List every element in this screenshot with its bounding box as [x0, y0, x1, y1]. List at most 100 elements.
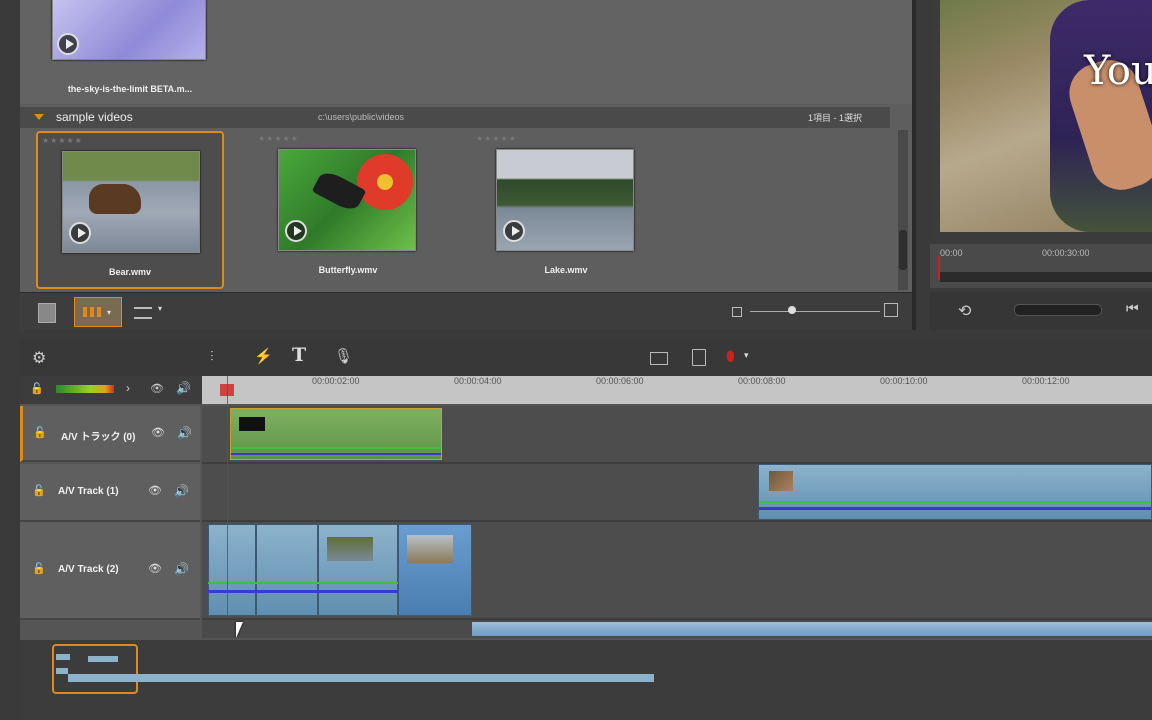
media-item-lake[interactable]: ★★★★★ Lake.wmv — [474, 133, 658, 283]
media-thumbnail[interactable] — [496, 149, 634, 251]
play-icon[interactable] — [285, 220, 307, 242]
title-clip[interactable] — [230, 408, 442, 460]
clip-thumbnail — [769, 471, 793, 491]
list-icon — [134, 307, 152, 319]
visibility-icon[interactable]: 👁 — [148, 484, 162, 497]
video-clip[interactable] — [208, 524, 256, 616]
track-lane-0[interactable] — [202, 406, 1152, 464]
microphone-icon[interactable]: 🎙 — [334, 347, 353, 365]
visibility-icon[interactable]: 👁 — [148, 562, 162, 575]
audio-line — [231, 453, 441, 455]
media-thumbnail[interactable] — [62, 151, 200, 253]
track-name: A/V Track (1) — [58, 486, 119, 497]
speaker-icon[interactable]: 🔊 — [177, 426, 192, 440]
settings-icon[interactable]: ⚙ — [32, 348, 46, 368]
title-tool-icon[interactable]: T — [292, 344, 306, 366]
trash-icon[interactable] — [692, 349, 706, 366]
track-header-0[interactable]: 🔓 A/V トラック (0) 👁 🔊 — [20, 406, 200, 462]
go-to-start-icon[interactable]: ⏮ — [1126, 300, 1139, 317]
ruler-label: 00:00:04:00 — [454, 376, 502, 386]
video-clip[interactable] — [758, 464, 1152, 520]
lock-icon[interactable]: 🔓 — [33, 426, 47, 439]
timeline-ruler[interactable]: 00:00:02:00 00:00:04:00 00:00:06:00 00:0… — [202, 376, 1152, 404]
audio-line — [759, 501, 1151, 503]
clip-thumbnail — [327, 537, 373, 561]
small-thumbnail-icon[interactable] — [732, 307, 742, 317]
ruler-label: 00:00:08:00 — [738, 376, 786, 386]
zoom-slider-track[interactable] — [750, 311, 880, 312]
audio-mixer-icon[interactable]: ⫶ — [210, 348, 214, 365]
stack-icon[interactable] — [38, 303, 56, 323]
audio-line — [208, 582, 398, 584]
media-caption: Lake.wmv — [544, 265, 588, 275]
chevron-right-icon[interactable]: › — [126, 381, 130, 395]
track-lane-2[interactable] — [202, 522, 1152, 620]
video-clip[interactable] — [256, 524, 318, 616]
rating-stars[interactable]: ★★★★★ — [258, 134, 299, 143]
rating-stars[interactable]: ★★★★★ — [476, 134, 517, 143]
clip-thumbnail — [239, 417, 265, 431]
ruler-label: 00:00:02:00 — [312, 376, 360, 386]
time-mid-label: 00:00:30:00 — [1042, 248, 1090, 258]
title-overlay-text: You — [1084, 48, 1152, 94]
track-header-1[interactable]: 🔓 A/V Track (1) 👁 🔊 — [20, 464, 200, 522]
media-caption: Bear.wmv — [108, 267, 152, 277]
storyboard-icon[interactable] — [650, 352, 668, 365]
marker-icon[interactable]: ⬮ — [726, 348, 735, 365]
track-name: A/V Track (2) — [58, 564, 119, 575]
lock-icon[interactable]: 🔓 — [32, 562, 46, 575]
flower-center — [377, 174, 393, 190]
playhead-line[interactable] — [227, 376, 228, 618]
media-caption: Butterfly.wmv — [318, 265, 378, 275]
bear-shape — [89, 184, 141, 214]
library-panel: the-sky-is-the-limit BETA.m... sample vi… — [20, 0, 916, 331]
lock-icon[interactable]: 🔓 — [30, 382, 44, 395]
timeline-navigator[interactable] — [20, 640, 1152, 720]
ruler-label: 00:00:12:00 — [1022, 376, 1070, 386]
scrubber-bar[interactable] — [940, 272, 1152, 282]
player-panel: You 00:00 00:00:30:00 ⟲ ⏮ — [930, 0, 1152, 330]
chevron-down-icon: ▾ — [158, 304, 163, 313]
timeline-horizontal-scrollbar[interactable] — [202, 620, 1152, 638]
large-thumbnail-icon[interactable] — [884, 303, 898, 317]
video-clip[interactable] — [398, 524, 472, 616]
thumbnail-view-button[interactable]: ▾ — [74, 297, 122, 327]
lock-icon[interactable]: 🔓 — [32, 484, 46, 497]
scrollbar-thumb[interactable] — [899, 230, 907, 270]
timeline-panel: ⚙ ⫶ ⚡ T 🎙 ⬮ ▾ 🔓 › 👁 🔊 00:00:02:00 00:00:… — [20, 340, 1152, 720]
scrubber-handle[interactable] — [938, 256, 946, 280]
ruler-label: 00:00:06:00 — [596, 376, 644, 386]
visibility-icon[interactable]: 👁 — [151, 426, 165, 439]
video-clip[interactable] — [318, 524, 398, 616]
loop-icon[interactable]: ⟲ — [958, 301, 971, 321]
navigator-clip — [88, 656, 118, 662]
rating-stars[interactable]: ★★★★★ — [42, 136, 83, 145]
play-icon[interactable] — [69, 222, 91, 244]
track-header-2[interactable]: 🔓 A/V Track (2) 👁 🔊 — [20, 522, 200, 620]
library-scrollbar[interactable] — [898, 130, 908, 290]
chevron-down-icon: ▾ — [107, 308, 112, 317]
play-icon[interactable] — [57, 33, 79, 55]
media-item-butterfly[interactable]: ★★★★★ Butterfly.wmv — [256, 133, 440, 283]
media-thumbnail-sky[interactable] — [52, 0, 206, 60]
speaker-icon[interactable]: 🔊 — [174, 562, 189, 576]
navigator-clip — [56, 668, 68, 674]
list-view-button[interactable]: ▾ — [130, 301, 170, 323]
library-toolbar: ▾ ▾ — [20, 292, 912, 331]
media-item-bear[interactable]: ★★★★★ Bear.wmv — [36, 131, 224, 289]
player-scrubber[interactable]: 00:00 00:00:30:00 — [930, 244, 1152, 288]
shuttle-control[interactable] — [1014, 304, 1102, 316]
play-icon[interactable] — [503, 220, 525, 242]
zoom-slider-handle[interactable] — [788, 306, 796, 314]
media-thumbnail[interactable] — [278, 149, 416, 251]
razor-icon[interactable]: ⚡ — [254, 347, 273, 365]
speaker-icon[interactable]: 🔊 — [176, 381, 191, 395]
speaker-icon[interactable]: 🔊 — [174, 484, 189, 498]
track-lane-1[interactable] — [202, 464, 1152, 522]
library-group-header[interactable]: sample videos c:\users\public\videos 1項目… — [20, 107, 890, 128]
collapse-triangle-icon[interactable] — [34, 114, 44, 120]
chevron-down-icon[interactable]: ▾ — [744, 350, 749, 361]
visibility-icon[interactable]: 👁 — [150, 382, 164, 395]
video-preview[interactable]: You — [940, 0, 1152, 232]
scrollbar-thumb[interactable] — [472, 622, 1152, 636]
